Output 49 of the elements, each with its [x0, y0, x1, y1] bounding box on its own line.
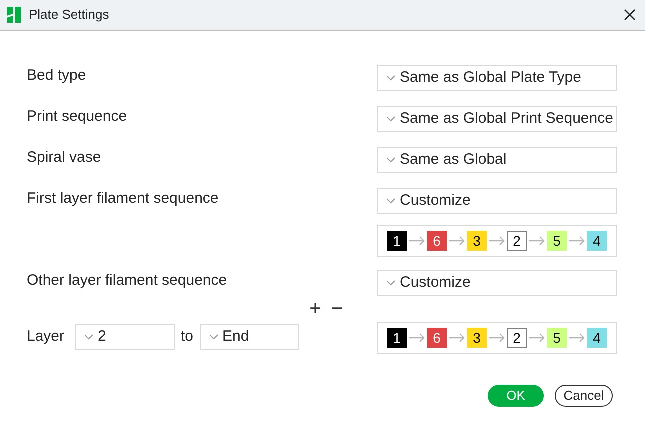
- arrow-icon: [408, 333, 426, 343]
- to-label: to: [181, 326, 194, 347]
- filament-chip[interactable]: 6: [427, 231, 447, 251]
- chevron-down-icon: [386, 157, 396, 163]
- setting-dropdown[interactable]: Customize: [377, 270, 617, 296]
- filament-chip[interactable]: 5: [547, 231, 567, 251]
- arrow-icon: [528, 236, 546, 246]
- arrow-icon: [488, 333, 506, 343]
- arrow-icon: [568, 236, 586, 246]
- setting-dropdown[interactable]: Same as Global Print Sequence: [377, 106, 617, 132]
- layer-from-dropdown[interactable]: 2: [75, 324, 175, 350]
- filament-chip[interactable]: 2: [507, 328, 527, 348]
- setting-label: Other layer filament sequence: [27, 270, 228, 291]
- setting-label: First layer filament sequence: [27, 188, 219, 209]
- filament-chip[interactable]: 4: [587, 231, 607, 251]
- window-title: Plate Settings: [29, 6, 110, 24]
- setting-dropdown[interactable]: Customize: [377, 188, 617, 214]
- arrow-icon: [488, 236, 506, 246]
- arrow-icon: [408, 236, 426, 246]
- arrow-icon: [448, 236, 466, 246]
- setting-label: Print sequence: [27, 106, 128, 127]
- filament-chip[interactable]: 3: [467, 231, 487, 251]
- chevron-down-icon: [386, 198, 396, 204]
- chevron-down-icon: [386, 116, 396, 122]
- layer-label: Layer: [27, 326, 66, 347]
- app-logo-icon: [7, 7, 21, 23]
- chevron-down-icon: [386, 280, 396, 286]
- setting-label: Bed type: [27, 66, 86, 86]
- chevron-down-icon: [386, 75, 396, 81]
- layer-to-dropdown[interactable]: End: [200, 324, 299, 350]
- remove-button[interactable]: −: [331, 299, 343, 319]
- filament-chip[interactable]: 5: [547, 328, 567, 348]
- filament-chip[interactable]: 1: [387, 231, 407, 251]
- filament-chip[interactable]: 3: [467, 328, 487, 348]
- arrow-icon: [528, 333, 546, 343]
- cancel-button[interactable]: Cancel: [555, 385, 613, 407]
- filament-chip[interactable]: 2: [507, 231, 527, 251]
- add-button[interactable]: +: [310, 299, 322, 319]
- setting-dropdown[interactable]: Same as Global: [377, 147, 617, 173]
- chevron-down-icon: [208, 334, 219, 340]
- chevron-down-icon: [84, 334, 94, 340]
- arrow-icon: [448, 333, 466, 343]
- filament-chip[interactable]: 6: [427, 328, 447, 348]
- filament-chip[interactable]: 4: [587, 328, 607, 348]
- arrow-icon: [568, 333, 586, 343]
- close-icon[interactable]: [624, 9, 636, 21]
- setting-dropdown[interactable]: Same as Global Plate Type: [377, 65, 617, 91]
- setting-label: Spiral vase: [27, 148, 102, 168]
- filament-chip[interactable]: 1: [387, 328, 407, 348]
